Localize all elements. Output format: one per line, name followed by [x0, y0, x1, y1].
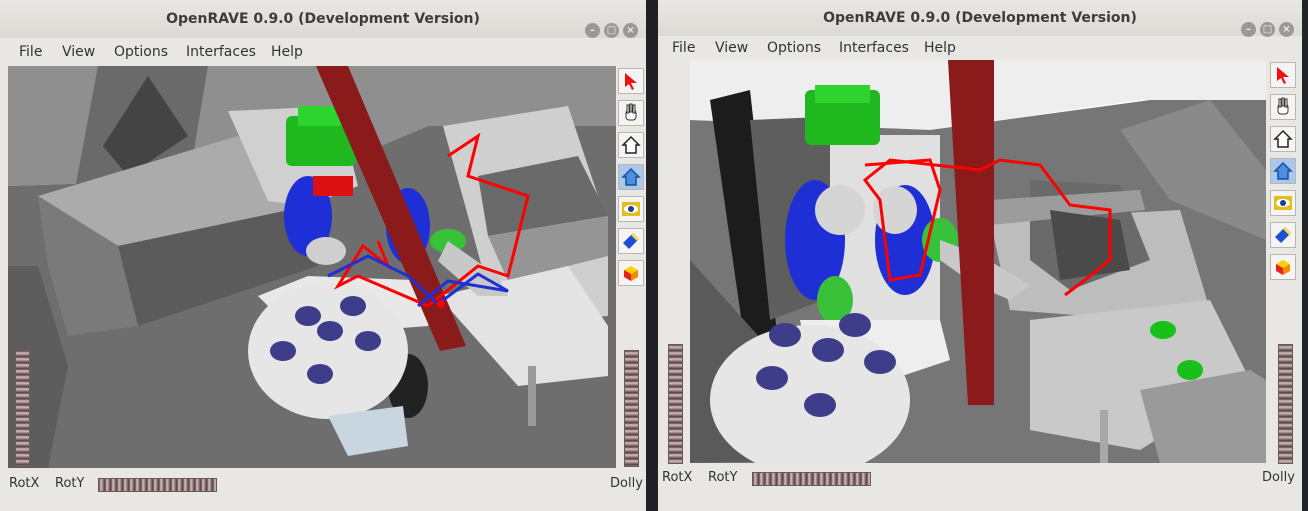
- home-icon[interactable]: [618, 132, 644, 158]
- title-bar[interactable]: OpenRAVE 0.9.0 (Development Version) – □ ×: [0, 0, 646, 38]
- rotx-wheel[interactable]: [15, 350, 30, 467]
- dolly-label: Dolly: [610, 476, 643, 491]
- flashlight-icon[interactable]: [618, 228, 644, 254]
- menu-bar: File View Options Interfaces Help: [0, 40, 646, 66]
- maximize-button[interactable]: □: [1260, 22, 1275, 37]
- hand-icon[interactable]: [618, 100, 644, 126]
- close-button[interactable]: ×: [623, 23, 638, 38]
- roty-label: RotY: [55, 476, 85, 491]
- select-arrow-icon[interactable]: [1270, 62, 1296, 88]
- minimize-button[interactable]: –: [585, 23, 600, 38]
- dolly-wheel[interactable]: [1278, 344, 1293, 464]
- flashlight-icon[interactable]: [1270, 222, 1296, 248]
- home-view-icon[interactable]: [618, 164, 644, 190]
- menu-interfaces[interactable]: Interfaces: [839, 40, 909, 56]
- menu-file[interactable]: File: [19, 44, 42, 60]
- shading-cube-icon[interactable]: [1270, 254, 1296, 280]
- select-arrow-icon[interactable]: [618, 68, 644, 94]
- scene-render: [8, 66, 616, 468]
- roty-label: RotY: [708, 470, 738, 485]
- home-icon[interactable]: [1270, 126, 1296, 152]
- hand-icon[interactable]: [1270, 94, 1296, 120]
- rotx-label: RotX: [662, 470, 693, 485]
- menu-help[interactable]: Help: [271, 44, 303, 60]
- 3d-viewport[interactable]: [8, 66, 616, 468]
- window-title: OpenRAVE 0.9.0 (Development Version): [823, 10, 1137, 26]
- rotx-label: RotX: [9, 476, 40, 491]
- menu-view[interactable]: View: [715, 40, 748, 56]
- dolly-label: Dolly: [1262, 470, 1295, 485]
- close-button[interactable]: ×: [1279, 22, 1294, 37]
- background-editor-strip-right: [1302, 0, 1308, 511]
- background-editor-strip-mid: [646, 0, 658, 511]
- shading-cube-icon[interactable]: [618, 260, 644, 286]
- home-view-icon[interactable]: [1270, 158, 1296, 184]
- eye-camera-icon[interactable]: [618, 196, 644, 222]
- window-title: OpenRAVE 0.9.0 (Development Version): [166, 11, 480, 27]
- title-bar[interactable]: OpenRAVE 0.9.0 (Development Version) – □ ×: [658, 0, 1302, 37]
- menu-help[interactable]: Help: [924, 40, 956, 56]
- menu-bar: File View Options Interfaces Help: [658, 36, 1302, 60]
- 3d-viewport[interactable]: [690, 60, 1266, 463]
- scene-render: [690, 60, 1266, 463]
- view-toolbar: [1270, 62, 1298, 286]
- menu-options[interactable]: Options: [114, 44, 168, 60]
- menu-view[interactable]: View: [62, 44, 95, 60]
- roty-wheel[interactable]: [98, 478, 217, 492]
- maximize-button[interactable]: □: [604, 23, 619, 38]
- eye-camera-icon[interactable]: [1270, 190, 1296, 216]
- rotx-wheel[interactable]: [668, 344, 683, 464]
- menu-options[interactable]: Options: [767, 40, 821, 56]
- minimize-button[interactable]: –: [1241, 22, 1256, 37]
- menu-interfaces[interactable]: Interfaces: [186, 44, 256, 60]
- dolly-wheel[interactable]: [624, 350, 639, 467]
- openrave-window-left: OpenRAVE 0.9.0 (Development Version) – □ ×…: [0, 0, 646, 511]
- view-toolbar: [618, 68, 646, 292]
- menu-file[interactable]: File: [672, 40, 695, 56]
- roty-wheel[interactable]: [752, 472, 871, 486]
- openrave-window-right: OpenRAVE 0.9.0 (Development Version) – □ ×…: [658, 0, 1302, 511]
